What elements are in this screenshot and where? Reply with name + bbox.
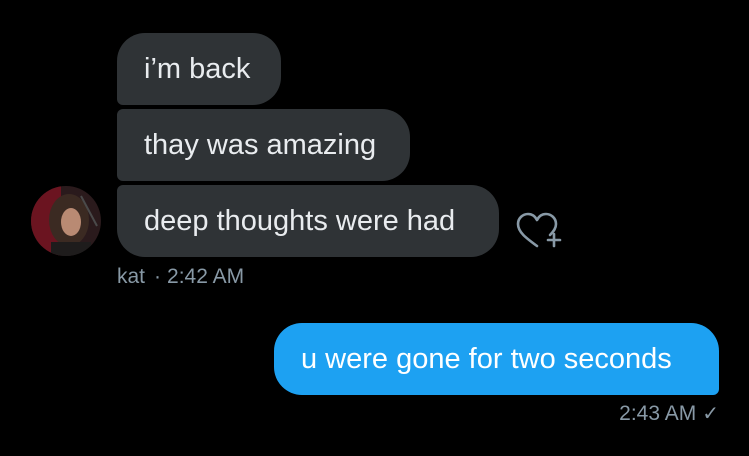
heart-plus-icon[interactable] (512, 210, 564, 254)
outgoing-message-bubble[interactable]: u were gone for two seconds (274, 323, 719, 395)
incoming-message-bubble[interactable]: thay was amazing (117, 109, 410, 181)
avatar[interactable] (31, 186, 101, 256)
incoming-message-bubble[interactable]: deep thoughts were had (117, 185, 499, 257)
outgoing-timestamp: 2:43 AM (619, 402, 697, 425)
checkmark-icon: ✓ (702, 403, 719, 425)
incoming-message-meta: kat · 2:42 AM (117, 264, 244, 290)
sender-name: kat (117, 265, 146, 288)
outgoing-message-meta: 2:43 AM ✓ (619, 401, 719, 427)
meta-separator: · (154, 265, 162, 288)
incoming-message-bubble[interactable]: i’m back (117, 33, 281, 105)
incoming-timestamp: 2:42 AM (167, 265, 245, 288)
